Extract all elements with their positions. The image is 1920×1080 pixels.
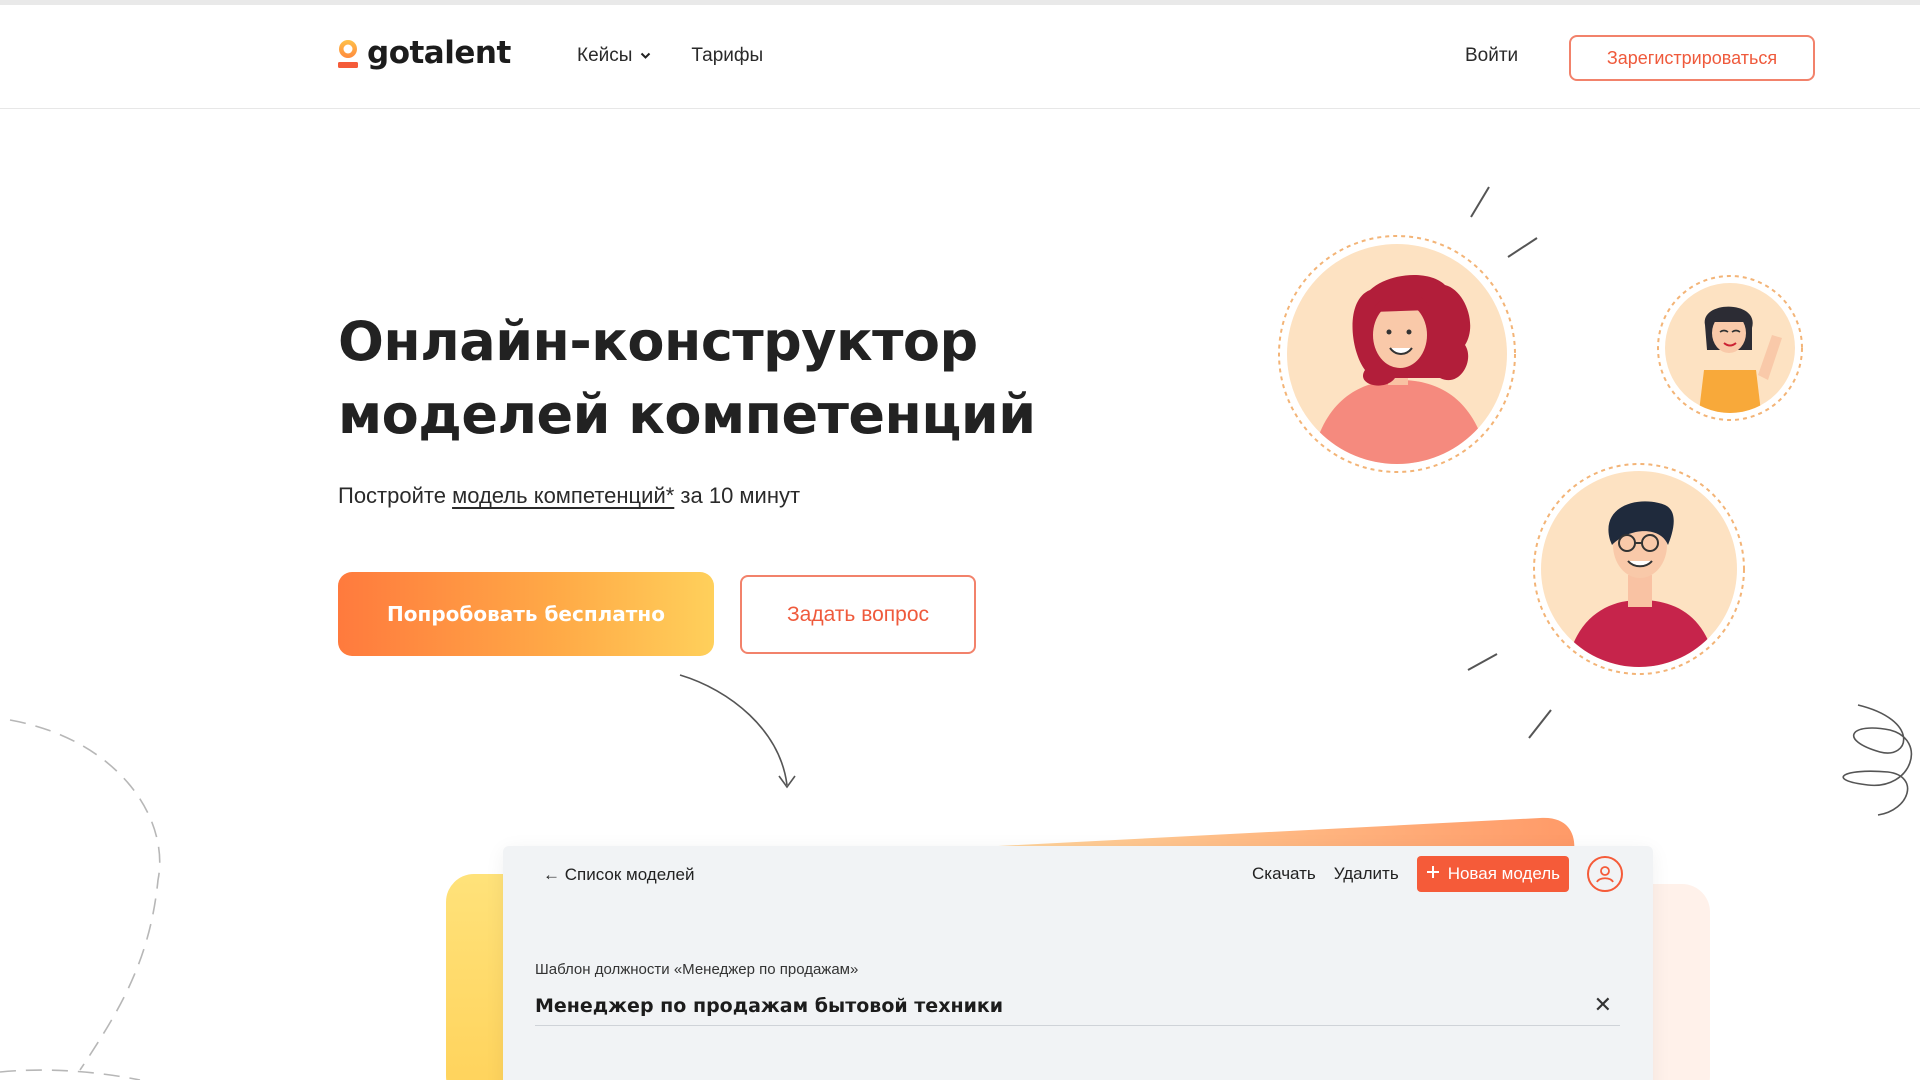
app-preview-actions: Скачать Удалить Новая модель [1252,856,1623,892]
hero-subtitle-suffix: за 10 минут [674,483,801,508]
logo-text: gotalent [367,35,511,71]
register-button[interactable]: Зарегистрироваться [1569,35,1815,81]
avatar-man-glasses [1533,463,1745,675]
new-model-button[interactable]: Новая модель [1416,856,1569,892]
ask-question-button[interactable]: Задать вопрос [740,575,976,654]
competency-model-link[interactable]: модель компетенций* [452,483,674,508]
delete-button[interactable]: Удалить [1334,864,1399,884]
download-button[interactable]: Скачать [1252,864,1316,884]
template-label: Шаблон должности «Менеджер по продажам» [535,961,859,978]
try-free-button[interactable]: Попробовать бесплатно [338,572,714,656]
close-icon[interactable]: ✕ [1594,994,1612,1016]
hero-title-line2: моделей компетенций [338,383,1036,446]
main-nav: Кейсы Тарифы [577,45,763,67]
avatar-woman-redhair [1278,235,1516,473]
chevron-down-icon [640,52,651,60]
login-link[interactable]: Войти [1465,45,1518,67]
site-header: gotalent Кейсы Тарифы Войти Зарегистриро… [0,5,1920,109]
hero-subtitle-prefix: Постройте [338,483,453,508]
nav-item-cases[interactable]: Кейсы [577,45,651,67]
hero-subtitle: Постройте модель компетенций* за 10 мину… [338,483,800,509]
app-preview-card: ← Список моделей Скачать Удалить Новая м… [503,846,1653,1080]
plus-icon [1426,864,1440,884]
nav-item-pricing[interactable]: Тарифы [691,45,763,67]
logo-mark-icon [337,37,359,70]
hero-title: Онлайн-конструктор моделей компетенций [338,305,1098,451]
nav-item-label: Тарифы [691,45,764,66]
new-model-label: Новая модель [1447,864,1560,883]
hero-title-line1: Онлайн-конструктор [338,310,978,373]
position-name-field[interactable]: Менеджер по продажам бытовой техники ✕ [535,994,1620,1026]
avatar-woman-waving [1657,275,1803,421]
nav-item-label: Кейсы [577,45,633,66]
position-name-value: Менеджер по продажам бытовой техники [535,995,1004,1017]
logo[interactable]: gotalent [337,35,511,71]
back-to-models-link[interactable]: ← Список моделей [543,865,694,885]
user-icon[interactable] [1587,856,1623,892]
